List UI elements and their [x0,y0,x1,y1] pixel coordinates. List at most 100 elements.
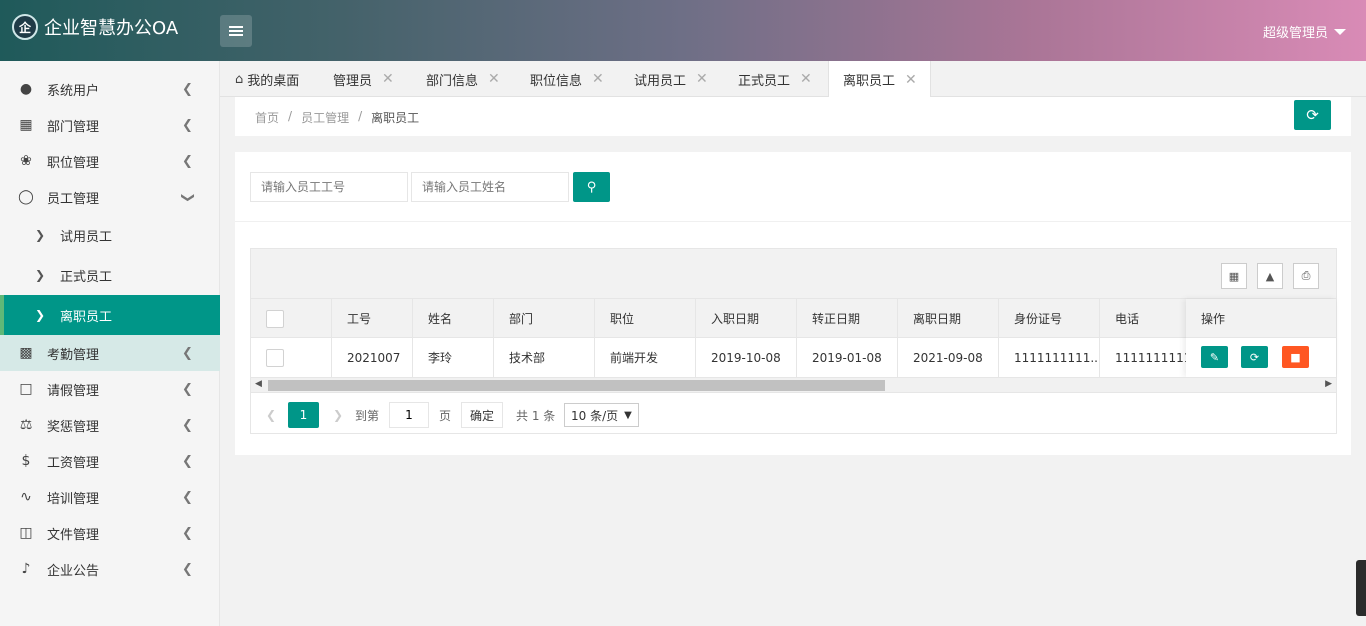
breadcrumb-current: 离职员工 [371,111,420,125]
scroll-right-icon[interactable]: ▶ [1325,379,1332,389]
header-cell[interactable]: 转正日期 [797,299,898,338]
sidebar-item-announcements[interactable]: ♪ 企业公告 ❮ [0,551,220,587]
header-cell[interactable]: 身份证号 [999,299,1100,338]
restore-button[interactable]: ⟳ [1241,346,1268,368]
close-icon[interactable]: ✕ [488,71,500,87]
close-icon[interactable]: ✕ [800,71,812,87]
sidebar-item-label: 奖惩管理 [47,419,100,435]
tab-regular-employees[interactable]: 正式员工 ✕ [738,61,812,97]
close-icon[interactable]: ✕ [696,71,708,87]
chart-icon: ∿ [20,489,32,505]
table-cell: 1111111111... [999,338,1100,377]
chevron-left-icon: ❮ [182,561,193,577]
chevron-right-icon: ❯ [35,228,46,242]
scrollbar-thumb[interactable] [268,380,885,391]
sidebar-subitem-regular[interactable]: ❯ 正式员工 [0,255,220,295]
breadcrumb-home[interactable]: 首页 [255,109,279,126]
row-select-cell [251,338,332,377]
chevron-right-icon: ❯ [35,268,46,282]
tab-department-info[interactable]: 部门信息 ✕ [426,61,500,97]
employee-name-input[interactable] [411,172,569,202]
header-cell[interactable]: 工号 [332,299,413,338]
tab-label: 我的桌面 [247,73,300,89]
page-size-value: 10 条/页 [571,408,619,423]
chevron-left-icon: ❮ [182,81,193,97]
side-dock-widget[interactable] [1356,560,1366,616]
print-button[interactable]: ⎙ [1293,263,1319,289]
tab-label: 职位信息 [530,73,583,89]
sidebar-item-salary[interactable]: $ 工资管理 ❮ [0,443,220,479]
tab-label: 正式员工 [738,73,791,89]
trash-icon: ■ [1290,350,1301,364]
table-cell: 2019-10-08 [696,338,797,377]
edit-icon: ✎ [1209,350,1220,364]
scale-icon: ⚖ [19,417,33,433]
header-cell[interactable]: 离职日期 [898,299,999,338]
table-cell: 前端开发 [595,338,696,377]
close-icon[interactable]: ✕ [382,71,394,87]
goto-page-input[interactable] [389,402,429,428]
search-button[interactable]: ⚲ [573,172,610,202]
user-menu[interactable]: 超级管理员 [1263,22,1346,41]
horizontal-scrollbar[interactable]: ◀ ▶ [251,377,1336,393]
header-cell[interactable]: 电话 [1100,299,1186,338]
chevron-left-icon: ❮ [182,453,193,469]
tab-bar: ⌂ 我的桌面 管理员 ✕ 部门信息 ✕ 职位信息 ✕ 试用员工 ✕ 正式员工 ✕… [220,61,1366,98]
breadcrumb-section[interactable]: 员工管理 [301,109,349,126]
edit-button[interactable]: ✎ [1201,346,1228,368]
table-cell: 2021-09-08 [898,338,999,377]
close-icon[interactable]: ✕ [905,72,917,88]
sidebar: ● 系统用户 ❮ ▦ 部门管理 ❮ ❀ 职位管理 ❮ ◯ 员工管理 ❮ ❯ 试用… [0,61,220,626]
sidebar-item-label: 职位管理 [47,155,100,171]
sidebar-item-employees[interactable]: ◯ 员工管理 ❮ [0,179,220,215]
refresh-button[interactable]: ⟳ [1294,100,1331,130]
sidebar-item-training[interactable]: ∿ 培训管理 ❮ [0,479,220,515]
tab-position-info[interactable]: 职位信息 ✕ [530,61,604,97]
table-toolbar: ▦ ▲ ⎙ [251,249,1336,299]
close-icon[interactable]: ✕ [592,71,604,87]
home-icon: ⌂ [235,71,244,87]
sidebar-item-system-users[interactable]: ● 系统用户 ❮ [0,71,220,107]
breadcrumb-separator: / [288,109,293,123]
goto-confirm-button[interactable]: 确定 [461,402,504,428]
sidebar-item-positions[interactable]: ❀ 职位管理 ❮ [0,143,220,179]
sidebar-subitem-resigned[interactable]: ❯ 离职员工 [0,295,220,335]
select-all-checkbox[interactable] [266,309,284,328]
tab-resigned-employees[interactable]: 离职员工 ✕ [828,61,931,98]
export-icon: ▲ [1265,269,1275,283]
sidebar-item-leave[interactable]: □ 请假管理 ❮ [0,371,220,407]
header-cell[interactable]: 部门 [494,299,595,338]
tab-desktop[interactable]: ⌂ 我的桌面 [235,61,299,97]
header-cell[interactable]: 姓名 [413,299,494,338]
next-page-icon[interactable]: ❯ [333,402,343,428]
sidebar-subitem-probation[interactable]: ❯ 试用员工 [0,215,220,255]
document-icon: □ [19,381,33,397]
sidebar-item-departments[interactable]: ▦ 部门管理 ❮ [0,107,220,143]
top-header: 企 企业智慧办公OA 超级管理员 [0,0,1366,61]
scroll-left-icon[interactable]: ◀ [255,379,262,389]
clover-icon: ❀ [20,153,32,169]
header-cell[interactable]: 入职日期 [696,299,797,338]
delete-button[interactable]: ■ [1282,346,1309,368]
sidebar-item-attendance[interactable]: ▩ 考勤管理 ❮ [0,335,220,371]
row-checkbox[interactable] [266,348,284,367]
columns-filter-button[interactable]: ▦ [1221,263,1247,289]
breadcrumb: 首页 / 员工管理 / 离职员工 [255,109,419,126]
table-cell: 11111111119 [1115,350,1186,365]
page-number-current[interactable]: 1 [288,402,319,428]
table-row[interactable]: 2021007 李玲 技术部 前端开发 2019-10-08 2019-01-0… [251,338,1336,377]
sidebar-item-label: 离职员工 [60,309,113,325]
sidebar-item-label: 文件管理 [47,527,100,543]
tab-probation-employees[interactable]: 试用员工 ✕ [634,61,708,97]
page-size-select[interactable]: 10 条/页 ▼ [564,403,639,427]
sidebar-item-files[interactable]: ◫ 文件管理 ❮ [0,515,220,551]
export-button[interactable]: ▲ [1257,263,1283,289]
header-cell[interactable]: 职位 [595,299,696,338]
prev-page-icon[interactable]: ❮ [266,402,276,428]
tab-admin[interactable]: 管理员 ✕ [333,61,394,97]
chevron-down-icon: ▼ [624,409,632,421]
sidebar-item-rewards[interactable]: ⚖ 奖惩管理 ❮ [0,407,220,443]
employee-id-input[interactable] [250,172,408,202]
menu-toggle-button[interactable] [220,15,252,47]
logo[interactable]: 企 企业智慧办公OA [12,14,178,40]
